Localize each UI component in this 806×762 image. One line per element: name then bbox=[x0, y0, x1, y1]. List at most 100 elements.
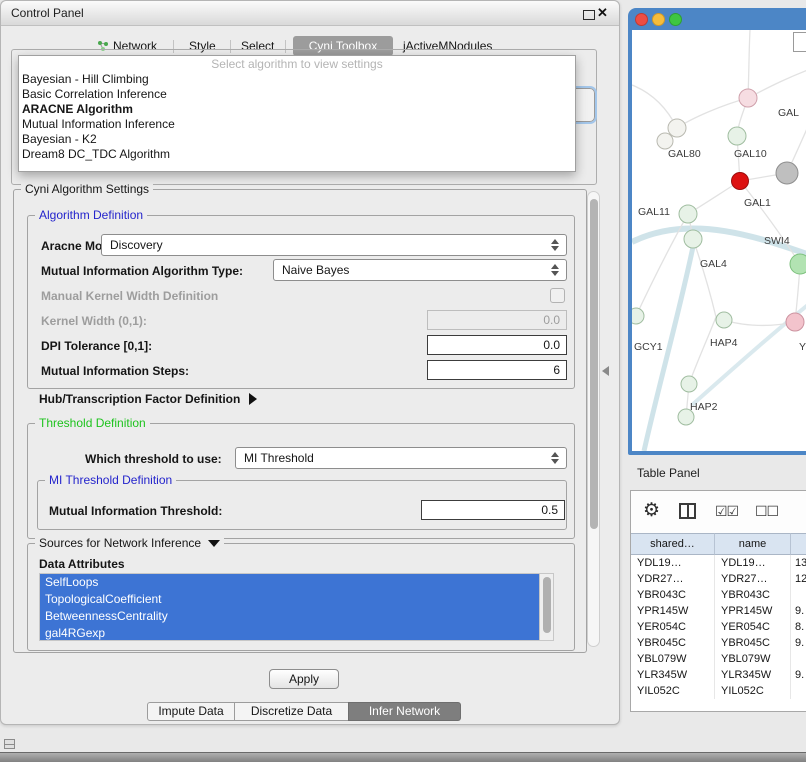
columns-icon[interactable] bbox=[679, 503, 696, 519]
list-item[interactable]: gal4RGexp bbox=[40, 625, 545, 641]
table-cell: YLR345W bbox=[715, 667, 791, 683]
list-scrollbar-thumb[interactable] bbox=[543, 577, 551, 633]
menu-item-selected[interactable]: ARACNE Algorithm bbox=[19, 102, 575, 117]
expand-right-icon bbox=[249, 393, 257, 405]
zoom-traffic-light[interactable] bbox=[669, 13, 682, 26]
table-cell: YIL052C bbox=[631, 683, 715, 699]
menu-item[interactable]: Mutual Information Inference bbox=[19, 117, 575, 132]
bottom-status-bar bbox=[0, 752, 806, 762]
table-cell: YBR043C bbox=[715, 587, 791, 603]
dropdown-placeholder: Select algorithm to view settings bbox=[19, 56, 575, 72]
table-cell: 12 bbox=[791, 571, 806, 587]
node[interactable] bbox=[716, 312, 732, 328]
node-label: GCY1 bbox=[634, 341, 663, 353]
table-cell: YDL19… bbox=[715, 555, 791, 571]
node[interactable] bbox=[790, 254, 806, 274]
mi-threshold-group-title: MI Threshold Definition bbox=[45, 473, 176, 487]
sources-title: Sources for Network Inference bbox=[39, 536, 201, 550]
node[interactable] bbox=[684, 230, 702, 248]
close-traffic-light[interactable] bbox=[635, 13, 648, 26]
which-threshold-value: MI Threshold bbox=[236, 451, 547, 465]
control-panel-titlebar[interactable]: Control Panel ✕ bbox=[1, 1, 619, 26]
node[interactable] bbox=[739, 89, 757, 107]
mi-steps-field[interactable]: 6 bbox=[427, 360, 567, 380]
node[interactable] bbox=[728, 127, 746, 145]
tab-impute-data[interactable]: Impute Data bbox=[147, 702, 235, 721]
menu-item[interactable]: Basic Correlation Inference bbox=[19, 87, 575, 102]
dpi-tolerance-field[interactable]: 0.0 bbox=[427, 335, 567, 355]
node[interactable] bbox=[668, 119, 686, 137]
select-all-checkboxes-icon[interactable]: ☑☑ bbox=[715, 503, 738, 520]
which-threshold-combo[interactable]: MI Threshold bbox=[235, 447, 567, 469]
list-item[interactable]: SelfLoops bbox=[40, 574, 545, 591]
close-icon[interactable]: ✕ bbox=[597, 5, 608, 21]
table-panel: ⚙ ☑☑ ☐☐ shared… name YDL19… YDL19… 13 YD… bbox=[630, 490, 806, 712]
tab-infer-network[interactable]: Infer Network bbox=[348, 702, 461, 721]
network-canvas[interactable]: GAL GAL80 GAL10 GAL11 GAL1 SWI4 GAL4 GCY… bbox=[632, 30, 806, 451]
mi-type-label: Mutual Information Algorithm Type: bbox=[41, 264, 243, 278]
column-header-name[interactable]: name bbox=[715, 533, 791, 555]
table-cell: 9. bbox=[791, 603, 806, 619]
column-header-extra[interactable] bbox=[791, 533, 806, 555]
apply-button[interactable]: Apply bbox=[269, 669, 339, 689]
panel-grid-icon[interactable] bbox=[4, 739, 15, 749]
data-attributes-list[interactable]: SelfLoops TopologicalCoefficient Between… bbox=[39, 573, 554, 641]
deselect-all-checkboxes-icon[interactable]: ☐☐ bbox=[755, 503, 778, 520]
node-pink[interactable] bbox=[786, 313, 804, 331]
mi-type-value: Naive Bayes bbox=[274, 263, 547, 277]
tab-discretize-data[interactable]: Discretize Data bbox=[234, 702, 349, 721]
sources-title-row[interactable]: Sources for Network Inference bbox=[35, 536, 224, 550]
mi-threshold-field[interactable]: 0.5 bbox=[421, 500, 565, 520]
table-cell: YBR043C bbox=[631, 587, 715, 603]
edges bbox=[632, 30, 806, 417]
manual-kernel-label: Manual Kernel Width Definition bbox=[41, 289, 218, 303]
minimize-traffic-light[interactable] bbox=[652, 13, 665, 26]
collapse-down-icon bbox=[208, 540, 220, 547]
table-cell bbox=[791, 587, 806, 603]
node-label: GAL80 bbox=[668, 148, 701, 160]
gear-icon[interactable]: ⚙ bbox=[643, 499, 660, 522]
table-cell: YER054C bbox=[631, 619, 715, 635]
mi-steps-label: Mutual Information Steps: bbox=[41, 364, 189, 378]
node[interactable] bbox=[679, 205, 697, 223]
algorithm-definition-title: Algorithm Definition bbox=[35, 208, 147, 222]
canvas-toolbar-fragment bbox=[793, 32, 806, 52]
table-cell: 13 bbox=[791, 555, 806, 571]
node-red[interactable] bbox=[732, 173, 749, 190]
menu-item[interactable]: Bayesian - K2 bbox=[19, 132, 575, 147]
node[interactable] bbox=[632, 308, 644, 324]
kernel-width-label: Kernel Width (0,1): bbox=[41, 314, 147, 328]
dpi-tolerance-label: DPI Tolerance [0,1]: bbox=[41, 339, 152, 353]
table-cell: YPR145W bbox=[631, 603, 715, 619]
node-label: HAP4 bbox=[710, 337, 738, 349]
cyni-algorithm-settings-title: Cyni Algorithm Settings bbox=[21, 182, 153, 196]
node-label: GAL4 bbox=[700, 258, 727, 270]
list-item[interactable]: TopologicalCoefficient bbox=[40, 591, 545, 608]
column-header-shared-name[interactable]: shared… bbox=[631, 533, 715, 555]
float-icon[interactable] bbox=[583, 10, 595, 20]
hub-section-label: Hub/Transcription Factor Definition bbox=[39, 392, 240, 406]
node[interactable] bbox=[657, 133, 673, 149]
menu-item[interactable]: Dream8 DC_TDC Algorithm bbox=[19, 147, 575, 162]
table-cell: 9. bbox=[791, 635, 806, 651]
table-cell: YBR045C bbox=[631, 635, 715, 651]
aracne-mode-value: Discovery bbox=[102, 238, 547, 252]
mi-type-combo[interactable]: Naive Bayes bbox=[273, 259, 567, 281]
node[interactable] bbox=[681, 376, 697, 392]
table-cell: 9. bbox=[791, 667, 806, 683]
network-view-window: GAL GAL80 GAL10 GAL11 GAL1 SWI4 GAL4 GCY… bbox=[628, 8, 806, 455]
aracne-mode-combo[interactable]: Discovery bbox=[101, 234, 567, 256]
menu-item[interactable]: Bayesian - Hill Climbing bbox=[19, 72, 575, 87]
panel-splitter-arrow[interactable] bbox=[602, 366, 609, 376]
hub-section-header[interactable]: Hub/Transcription Factor Definition bbox=[39, 392, 257, 406]
table-cell: YDR27… bbox=[631, 571, 715, 587]
window-title: Control Panel bbox=[11, 6, 84, 20]
node-gray[interactable] bbox=[776, 162, 798, 184]
network-graph: GAL GAL80 GAL10 GAL11 GAL1 SWI4 GAL4 GCY… bbox=[632, 30, 806, 451]
list-item[interactable]: BetweennessCentrality bbox=[40, 608, 545, 625]
table-cell: YBR045C bbox=[715, 635, 791, 651]
table-cell: YPR145W bbox=[715, 603, 791, 619]
settings-scrollbar-thumb[interactable] bbox=[590, 199, 598, 529]
table-cell bbox=[791, 683, 806, 699]
algorithm-dropdown-popup: Select algorithm to view settings Bayesi… bbox=[18, 55, 576, 172]
